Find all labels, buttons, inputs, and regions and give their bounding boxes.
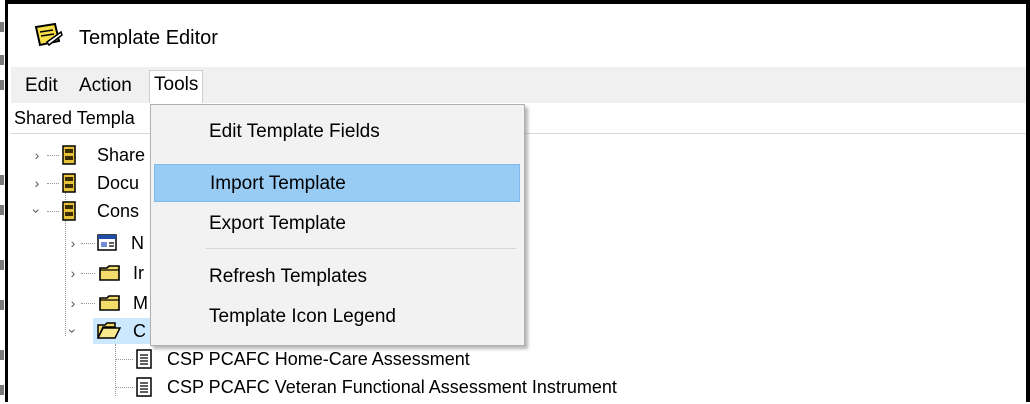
tree-node-label: Ir <box>133 263 144 283</box>
tree-node-ir[interactable]: › Ir <box>11 260 171 286</box>
cabinet-icon <box>59 145 79 165</box>
tree-node-label: Docu <box>97 173 140 193</box>
tree-connector <box>115 387 133 388</box>
menu-item-import-template[interactable]: Import Template <box>154 164 520 202</box>
expand-icon[interactable]: › <box>31 142 43 168</box>
expand-icon[interactable]: › <box>31 170 43 196</box>
tree-node-documents[interactable]: › Docu <box>11 170 171 196</box>
tree-node-label: M <box>133 293 148 313</box>
tree-node-label: Share <box>97 145 146 165</box>
template-icon <box>97 233 117 253</box>
menu-item-label: Export Template <box>209 213 346 234</box>
tools-dropdown-menu: Edit Template Fields Import Template Exp… <box>150 104 525 346</box>
tree-node-label: CSP PCAFC Home-Care Assessment <box>167 349 470 369</box>
menu-separator <box>206 248 516 249</box>
cabinet-icon <box>59 201 79 221</box>
window-title: Template Editor <box>79 27 218 49</box>
menu-item-template-icon-legend[interactable]: Template Icon Legend <box>154 298 520 336</box>
tree-node-label: N <box>131 233 144 253</box>
tree-node-home-care-assessment[interactable]: CSP PCAFC Home-Care Assessment <box>11 346 711 372</box>
menu-item-edit-template-fields[interactable]: Edit Template Fields <box>154 113 520 151</box>
document-icon <box>135 377 155 397</box>
menu-action-label: Action <box>79 75 132 96</box>
panel-header-label: Shared Templa <box>14 108 135 128</box>
menu-item-export-template[interactable]: Export Template <box>154 205 520 243</box>
tree-node-shared[interactable]: › Share <box>11 142 171 168</box>
menu-item-label: Refresh Templates <box>209 266 368 287</box>
expand-icon[interactable]: › <box>67 290 79 316</box>
menu-tools[interactable]: Tools <box>149 70 204 105</box>
menu-item-label: Import Template <box>210 173 346 194</box>
expand-icon[interactable]: › <box>67 230 79 256</box>
expand-icon[interactable]: › <box>67 260 79 286</box>
collapse-icon[interactable]: › <box>60 325 86 337</box>
menu-action[interactable]: Action <box>75 75 136 97</box>
menu-item-label: Edit Template Fields <box>209 121 380 142</box>
tree-connector <box>81 243 95 244</box>
tree-node-label: CSP PCAFC Veteran Functional Assessment … <box>167 377 617 397</box>
menu-bar: Edit Action Tools <box>11 67 1026 105</box>
title-bar: Template Editor <box>11 4 1026 66</box>
tree-node-consults[interactable]: › Cons <box>11 198 171 224</box>
tree-node-c[interactable]: › C <box>11 318 171 344</box>
tree-connector <box>47 211 59 212</box>
tree-connector <box>115 359 133 360</box>
left-edge-marks <box>0 0 5 402</box>
tree-node-n[interactable]: › N <box>11 230 171 256</box>
tree-node-m[interactable]: › M <box>11 290 171 316</box>
window-frame-right <box>1026 0 1030 402</box>
menu-item-refresh-templates[interactable]: Refresh Templates <box>154 258 520 296</box>
menu-edit[interactable]: Edit <box>21 75 62 97</box>
cabinet-icon <box>59 173 79 193</box>
template-editor-icon <box>33 22 63 48</box>
menu-edit-label: Edit <box>25 75 58 96</box>
tree-node-label: Cons <box>97 201 140 221</box>
tree-node-label: C <box>133 321 146 341</box>
tree-connector <box>47 155 59 156</box>
folder-open-icon <box>96 321 122 341</box>
document-icon <box>135 349 155 369</box>
folder-icon <box>99 263 120 283</box>
folder-icon <box>99 293 120 313</box>
tree-connector <box>47 183 59 184</box>
menu-tools-label: Tools <box>154 74 199 95</box>
tree-connector <box>81 303 95 304</box>
tree-node-veteran-functional-assessment[interactable]: CSP PCAFC Veteran Functional Assessment … <box>11 374 771 400</box>
tree-connector <box>81 273 95 274</box>
menu-item-label: Template Icon Legend <box>209 306 396 327</box>
